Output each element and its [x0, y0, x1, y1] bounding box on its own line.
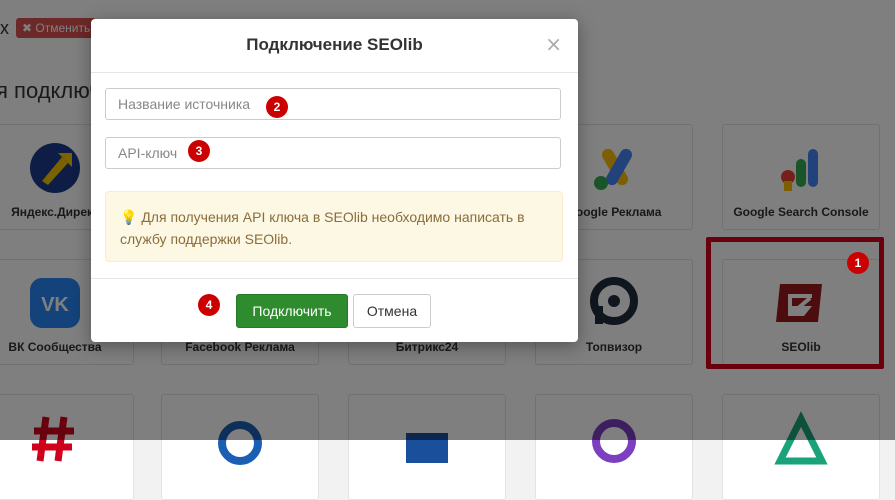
connect-seolib-modal: Подключение SEOlib × 2 3 💡 Для получения… — [91, 19, 578, 342]
api-key-input[interactable] — [105, 137, 561, 169]
annotation-badge-4: 4 — [198, 294, 220, 316]
lightbulb-icon: 💡 — [120, 210, 138, 226]
close-icon[interactable]: × — [545, 32, 562, 56]
connect-button[interactable]: Подключить — [236, 294, 348, 328]
modal-title: Подключение SEOlib — [246, 35, 423, 54]
annotation-badge-2: 2 — [266, 96, 288, 118]
annotation-badge-3: 3 — [188, 140, 210, 162]
modal-footer-divider — [91, 278, 578, 279]
source-name-input[interactable] — [105, 88, 561, 120]
cancel-button[interactable]: Отмена — [353, 294, 431, 328]
modal-header: Подключение SEOlib × — [91, 19, 578, 73]
info-text: Для получения API ключа в SEOlib необход… — [120, 209, 525, 247]
annotation-badge-1: 1 — [847, 252, 869, 274]
info-alert: 💡 Для получения API ключа в SEOlib необх… — [105, 191, 563, 262]
